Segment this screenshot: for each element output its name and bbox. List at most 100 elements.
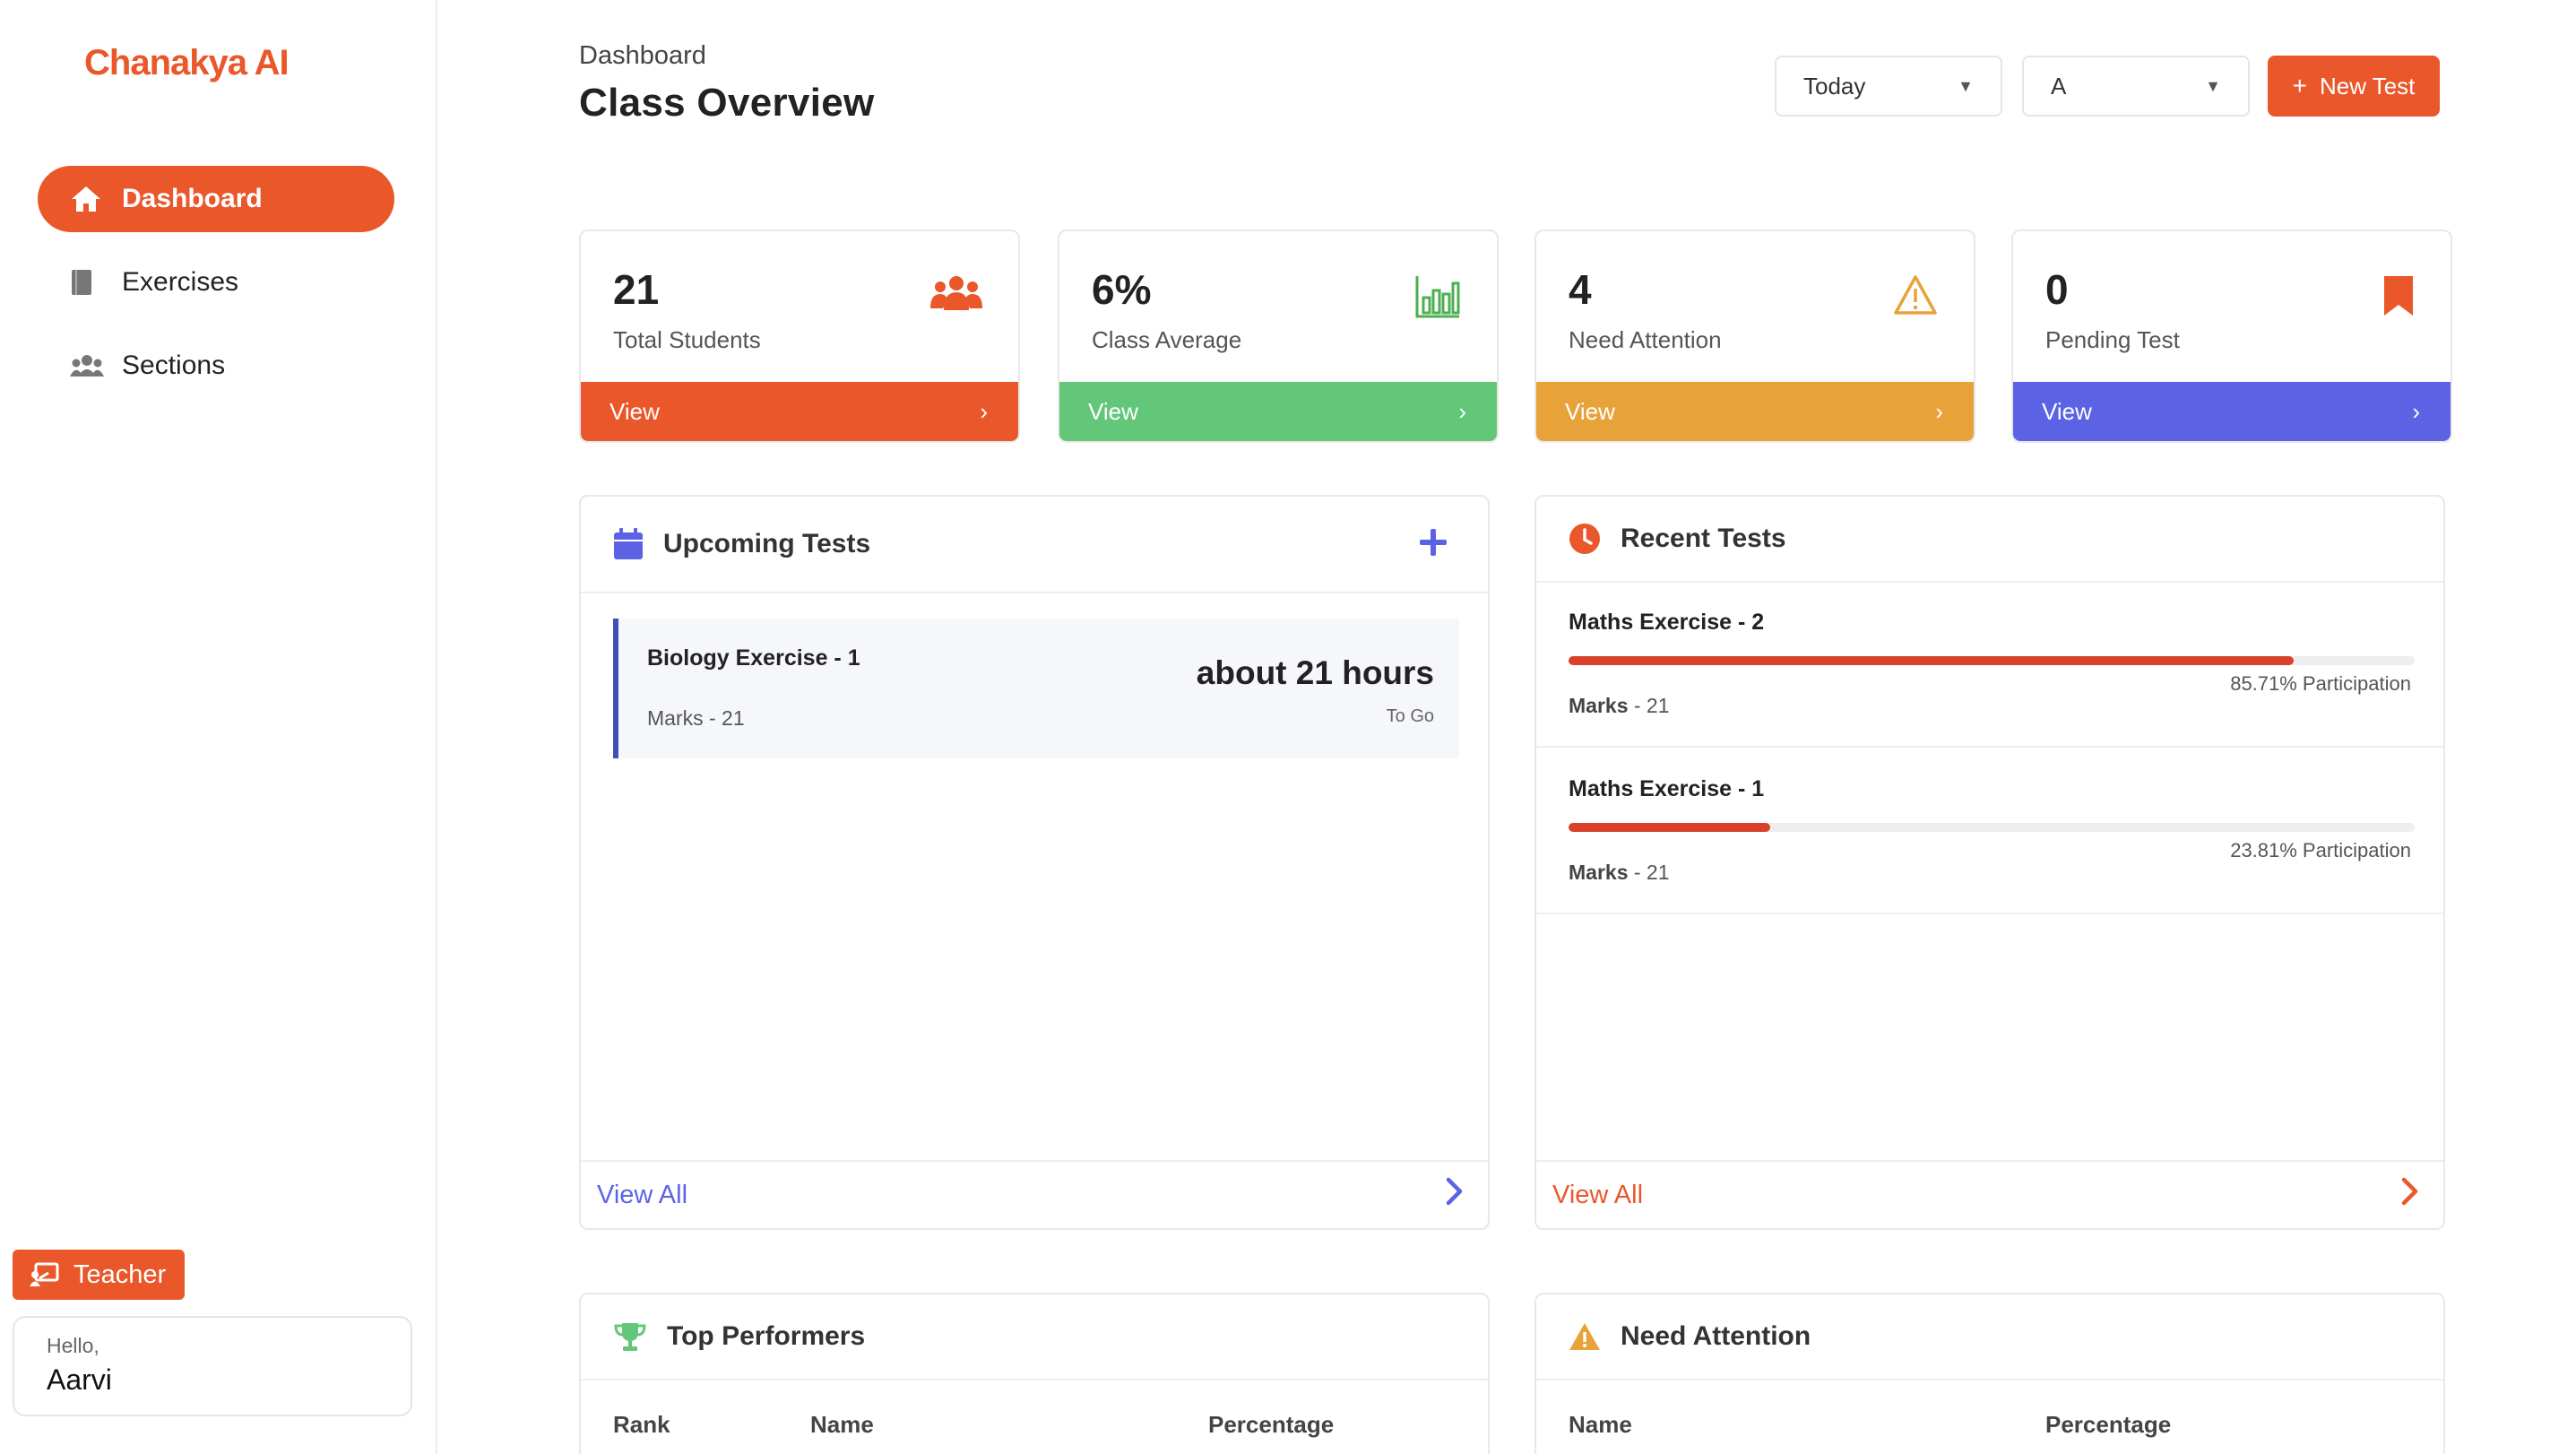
- clock-icon: [1569, 523, 1601, 555]
- stat-card-class-average: 6% Class Average View ›: [1058, 229, 1499, 443]
- breadcrumb[interactable]: Dashboard: [579, 41, 706, 71]
- stat-label: Pending Test: [2045, 326, 2180, 353]
- users-icon: [70, 353, 106, 378]
- upcoming-tests-panel: Upcoming Tests Biology Exercise - 1 Mark…: [579, 495, 1490, 1230]
- sidebar: Chanakya AI Dashboard Exercises Sections…: [0, 0, 437, 1454]
- bar-chart-icon: [1414, 274, 1461, 324]
- period-select-value: Today: [1803, 72, 1866, 100]
- participation-bar-fill: [1569, 823, 1770, 832]
- view-label: View: [2042, 397, 2092, 425]
- column-header-name[interactable]: Name: [1569, 1411, 1632, 1439]
- panel-header: Recent Tests: [1536, 497, 2443, 583]
- sidebar-item-label: Sections: [122, 351, 226, 380]
- view-pending-test-button[interactable]: View ›: [2013, 382, 2451, 441]
- stat-value: 0: [2045, 266, 2069, 313]
- recent-test-item[interactable]: Maths Exercise - 2 85.71% Participation …: [1536, 583, 2443, 748]
- stat-label: Need Attention: [1569, 326, 1722, 353]
- top-performers-panel: Top Performers Rank Name Percentage: [579, 1293, 1490, 1454]
- marks-label: Marks: [1569, 861, 1629, 884]
- view-total-students-button[interactable]: View ›: [581, 382, 1018, 441]
- panel-title: Recent Tests: [1621, 524, 1786, 553]
- panel-header: Need Attention: [1536, 1294, 2443, 1380]
- view-all-label: View All: [597, 1180, 688, 1209]
- view-all-label: View All: [1552, 1180, 1644, 1209]
- stat-value: 6%: [1092, 266, 1152, 313]
- test-marks: Marks - 21: [1569, 694, 1670, 718]
- time-remaining: about 21 hours: [1196, 654, 1434, 691]
- upcoming-test-item[interactable]: Biology Exercise - 1 Marks - 21 about 21…: [613, 619, 1459, 758]
- stat-value: 4: [1569, 266, 1592, 313]
- users-icon: [930, 274, 982, 316]
- sidebar-item-dashboard[interactable]: Dashboard: [38, 166, 394, 232]
- trophy-icon: [613, 1321, 647, 1352]
- sidebar-item-exercises[interactable]: Exercises: [38, 249, 394, 316]
- section-select-value: A: [2051, 72, 2067, 100]
- column-header-percentage[interactable]: Percentage: [2045, 1411, 2171, 1439]
- chevron-down-icon: ▼: [2205, 76, 2221, 95]
- view-label: View: [1088, 397, 1138, 425]
- app-logo[interactable]: Chanakya AI: [84, 43, 290, 83]
- upcoming-view-all-link[interactable]: View All: [581, 1160, 1488, 1228]
- section-select[interactable]: A ▼: [2022, 56, 2250, 117]
- new-test-label: New Test: [2319, 72, 2416, 100]
- home-icon: [70, 185, 106, 213]
- test-name: Maths Exercise - 1: [1569, 776, 1765, 801]
- need-attention-panel: Need Attention Name Percentage: [1534, 1293, 2445, 1454]
- view-label: View: [609, 397, 660, 425]
- test-marks: Marks - 21: [1569, 861, 1670, 885]
- column-header-name[interactable]: Name: [810, 1411, 874, 1439]
- panel-title: Upcoming Tests: [663, 529, 871, 558]
- user-card[interactable]: Hello, Aarvi: [13, 1316, 412, 1416]
- sidebar-item-label: Dashboard: [122, 184, 263, 213]
- greeting: Hello,: [47, 1334, 99, 1357]
- chevron-right-icon: [1445, 1177, 1465, 1213]
- new-test-button[interactable]: + New Test: [2268, 56, 2440, 117]
- panel-title: Top Performers: [667, 1321, 866, 1351]
- view-class-average-button[interactable]: View ›: [1059, 382, 1497, 441]
- marks-value: - 21: [1628, 861, 1670, 884]
- teacher-icon: [29, 1262, 59, 1287]
- chevron-right-icon: ›: [2412, 397, 2420, 425]
- view-label: View: [1565, 397, 1615, 425]
- add-test-icon[interactable]: [1418, 527, 1448, 562]
- column-header-rank[interactable]: Rank: [613, 1411, 670, 1439]
- bookmark-icon: [2382, 274, 2415, 322]
- warning-icon: [1569, 1322, 1601, 1351]
- page-title: Class Overview: [579, 81, 875, 125]
- period-select[interactable]: Today ▼: [1775, 56, 2002, 117]
- recent-view-all-link[interactable]: View All: [1536, 1160, 2443, 1228]
- participation-text: 23.81% Participation: [2230, 839, 2411, 861]
- test-marks: Marks - 21: [647, 706, 745, 730]
- time-remaining-caption: To Go: [1386, 706, 1434, 726]
- role-label: Teacher: [73, 1259, 167, 1289]
- sidebar-item-sections[interactable]: Sections: [38, 333, 394, 399]
- chevron-right-icon: ›: [1458, 397, 1466, 425]
- panel-header: Upcoming Tests: [581, 497, 1488, 593]
- sidebar-item-label: Exercises: [122, 267, 239, 297]
- marks-label: Marks: [1569, 694, 1629, 717]
- participation-text: 85.71% Participation: [2230, 672, 2411, 695]
- panel-title: Need Attention: [1621, 1321, 1811, 1351]
- stat-card-need-attention: 4 Need Attention View ›: [1534, 229, 1975, 443]
- stat-card-total-students: 21 Total Students View ›: [579, 229, 1020, 443]
- chevron-right-icon: ›: [980, 397, 988, 425]
- view-need-attention-button[interactable]: View ›: [1536, 382, 1974, 441]
- plus-icon: +: [2292, 72, 2307, 100]
- stat-label: Total Students: [613, 326, 761, 353]
- stat-label: Class Average: [1092, 326, 1242, 353]
- stat-card-pending-test: 0 Pending Test View ›: [2011, 229, 2452, 443]
- test-name: Maths Exercise - 2: [1569, 610, 1765, 635]
- participation-bar: [1569, 823, 2415, 832]
- column-header-percentage[interactable]: Percentage: [1208, 1411, 1334, 1439]
- participation-bar: [1569, 656, 2415, 665]
- chevron-right-icon: [2400, 1177, 2420, 1213]
- recent-test-item[interactable]: Maths Exercise - 1 23.81% Participation …: [1536, 749, 2443, 914]
- stat-value: 21: [613, 266, 660, 313]
- test-name: Biology Exercise - 1: [647, 645, 860, 671]
- calendar-icon: [613, 528, 644, 560]
- chevron-right-icon: ›: [1935, 397, 1943, 425]
- marks-value: - 21: [1628, 694, 1670, 717]
- chevron-down-icon: ▼: [1958, 76, 1974, 95]
- role-badge: Teacher: [13, 1250, 185, 1300]
- recent-tests-panel: Recent Tests Maths Exercise - 2 85.71% P…: [1534, 495, 2445, 1230]
